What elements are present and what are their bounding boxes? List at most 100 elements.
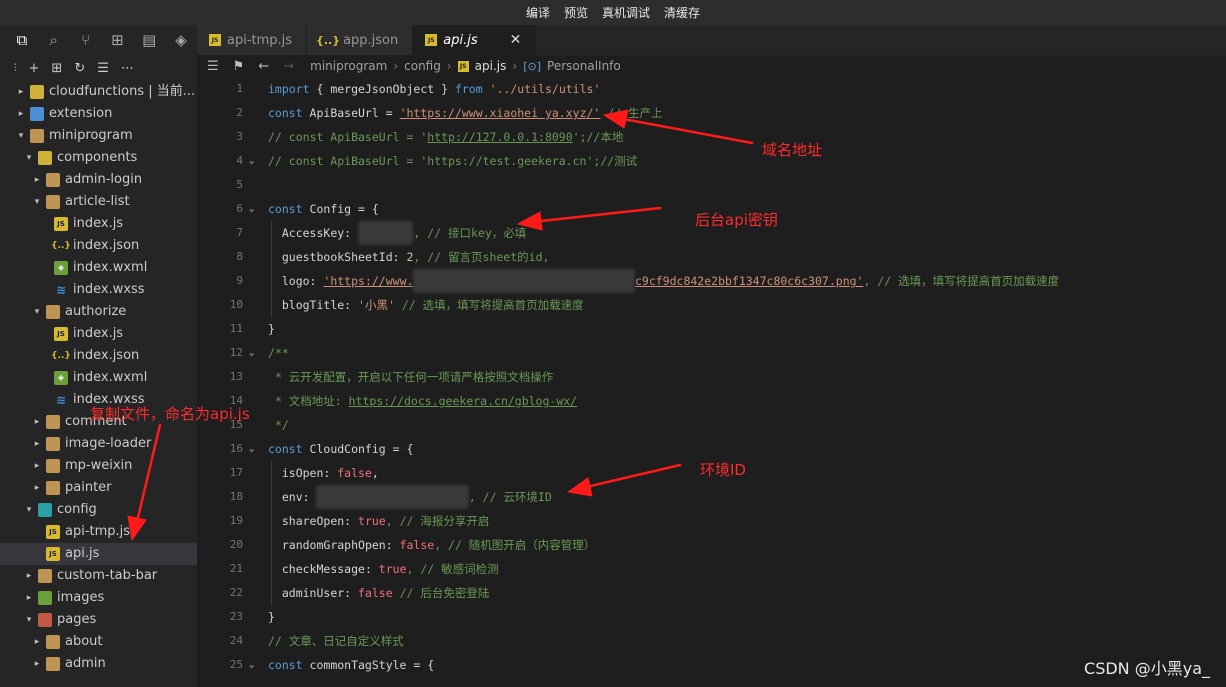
chevron-right-icon: › bbox=[512, 59, 518, 73]
file-tree-item[interactable]: ≋ index.wxss bbox=[0, 279, 197, 301]
collapse-icon[interactable]: ⫶ bbox=[14, 63, 17, 74]
code-line: 20 randomGraphOpen: false, // 随机图开启（内容管理… bbox=[197, 533, 1226, 557]
line-number: 4 bbox=[236, 154, 243, 167]
file-tree-item[interactable]: ▸ admin bbox=[0, 653, 197, 675]
chevron-down-icon[interactable]: ⌄ bbox=[249, 341, 254, 365]
file-tree-label: index.wxml bbox=[73, 260, 148, 275]
folder-icon bbox=[46, 415, 60, 429]
new-file-icon[interactable]: + bbox=[29, 61, 40, 76]
file-tree-label: index.js bbox=[73, 326, 124, 341]
close-icon[interactable]: ✕ bbox=[510, 32, 522, 48]
more-icon[interactable]: ⋯ bbox=[121, 61, 134, 76]
line-number: 25 bbox=[229, 658, 243, 671]
chevron-down-icon: ▾ bbox=[34, 307, 40, 317]
file-tree-item[interactable]: ▸ mp-weixin bbox=[0, 455, 197, 477]
code-editor[interactable]: 1 import { mergeJsonObject } from '../ut… bbox=[197, 77, 1226, 687]
breadcrumb-personalinfo[interactable]: PersonalInfo bbox=[547, 59, 621, 73]
file-tree-item[interactable]: ▸ about bbox=[0, 631, 197, 653]
file-tree-item[interactable]: ▾ article-list bbox=[0, 191, 197, 213]
compile-button[interactable]: 编译 bbox=[524, 4, 552, 21]
line-number: 16 bbox=[229, 442, 243, 455]
file-tree-label: admin bbox=[65, 656, 106, 671]
chevron-down-icon: ▾ bbox=[26, 153, 32, 163]
chevron-right-icon: ▸ bbox=[26, 571, 32, 581]
list-icon[interactable]: ☰ bbox=[207, 59, 219, 74]
file-tree-item[interactable]: ▸ image-loader bbox=[0, 433, 197, 455]
extensions-icon[interactable]: ⊞ bbox=[101, 31, 133, 49]
chevron-right-icon: › bbox=[393, 59, 399, 73]
file-tree-item[interactable]: ▾ pages bbox=[0, 609, 197, 631]
chevron-down-icon[interactable]: ⌄ bbox=[249, 437, 254, 461]
file-tree-item[interactable]: JS api-tmp.js bbox=[0, 521, 197, 543]
file-tree-item[interactable]: JS index.js bbox=[0, 213, 197, 235]
file-tree-item[interactable]: ▸ extension bbox=[0, 103, 197, 125]
chevron-down-icon[interactable]: ⌄ bbox=[249, 653, 254, 677]
docker-icon[interactable]: ◈ bbox=[165, 31, 197, 49]
folder-icon bbox=[38, 613, 52, 627]
tab-app-json[interactable]: {..} app.json bbox=[307, 25, 414, 55]
code-line: 12 ⌄ /** bbox=[197, 341, 1226, 365]
breadcrumb-config[interactable]: config bbox=[404, 59, 441, 73]
file-tree-item[interactable]: ▾ components bbox=[0, 147, 197, 169]
back-arrow-icon[interactable]: ← bbox=[258, 59, 269, 74]
annotation-env-id: 环境ID bbox=[700, 461, 746, 479]
chevron-down-icon: ▾ bbox=[34, 197, 40, 207]
search-icon[interactable]: ⌕ bbox=[38, 31, 70, 49]
file-tree-item[interactable]: ▸ painter bbox=[0, 477, 197, 499]
source-control-icon[interactable]: ⑂ bbox=[70, 31, 102, 49]
tab-label: api-tmp.js bbox=[227, 32, 293, 48]
file-tree-item[interactable]: ▸ admin-login bbox=[0, 169, 197, 191]
folder-icon bbox=[46, 459, 60, 473]
line-number: 3 bbox=[236, 130, 243, 143]
file-tree-item[interactable]: ▾ miniprogram bbox=[0, 125, 197, 147]
file-tree-item[interactable]: ◈ index.wxml bbox=[0, 367, 197, 389]
breadcrumb-miniprogram[interactable]: miniprogram bbox=[310, 59, 387, 73]
js-file-icon: JS bbox=[46, 547, 60, 561]
file-tree-item[interactable]: ▸ cloudfunctions | 当前... bbox=[0, 81, 197, 103]
file-tree-item[interactable]: JS index.js bbox=[0, 323, 197, 345]
file-tree-item[interactable]: ◈ index.wxml bbox=[0, 257, 197, 279]
remote-debug-button[interactable]: 真机调试 bbox=[600, 4, 652, 21]
new-folder-icon[interactable]: ⊞ bbox=[51, 61, 62, 76]
file-tree-item[interactable]: ▸ custom-tab-bar bbox=[0, 565, 197, 587]
wxss-file-icon: ≋ bbox=[55, 283, 67, 297]
file-tree-item[interactable]: ▾ config bbox=[0, 499, 197, 521]
tab-api-js[interactable]: JS api.js ✕ bbox=[413, 25, 537, 55]
code-line: 19 shareOpen: true, // 海报分享开启 bbox=[197, 509, 1226, 533]
tab-api-tmp-js[interactable]: JS api-tmp.js bbox=[197, 25, 308, 55]
code-line: 25 ⌄ const commonTagStyle = { bbox=[197, 653, 1226, 677]
chevron-down-icon[interactable]: ⌄ bbox=[249, 149, 254, 173]
file-tree-item[interactable]: {..} index.json bbox=[0, 235, 197, 257]
chevron-down-icon[interactable]: ⌄ bbox=[249, 197, 254, 221]
file-tree-item[interactable]: {..} index.json bbox=[0, 345, 197, 367]
file-tree-label: index.json bbox=[73, 348, 140, 363]
forward-arrow-icon[interactable]: → bbox=[283, 59, 294, 74]
js-file-icon: JS bbox=[425, 34, 438, 46]
line-number: 2 bbox=[236, 106, 243, 119]
filter-icon[interactable]: ☰ bbox=[97, 61, 109, 76]
line-number: 18 bbox=[229, 490, 243, 503]
storage-icon[interactable]: ▤ bbox=[133, 31, 165, 49]
clear-cache-button[interactable]: 清缓存 bbox=[662, 4, 702, 21]
file-tree-label: image-loader bbox=[65, 436, 152, 451]
bookmark-icon[interactable]: ⚑ bbox=[233, 59, 245, 74]
code-line: 18 env: 'xxxxxxxxxxxxxxxxxxxx', // 云环境ID bbox=[197, 485, 1226, 509]
code-line: 21 checkMessage: true, // 敏感词检测 bbox=[197, 557, 1226, 581]
files-icon[interactable]: ⧉ bbox=[6, 31, 38, 49]
code-line: 2 const ApiBaseUrl = 'https://www.xiaohe… bbox=[197, 101, 1226, 125]
folder-icon bbox=[46, 437, 60, 451]
chevron-down-icon: ▾ bbox=[26, 615, 32, 625]
line-number: 5 bbox=[236, 178, 243, 191]
annotation-api-key: 后台api密钥 bbox=[695, 211, 778, 229]
chevron-right-icon: ▸ bbox=[34, 461, 40, 471]
symbol-icon: [⊙] bbox=[523, 59, 542, 73]
file-tree-item[interactable]: ▾ authorize bbox=[0, 301, 197, 323]
chevron-right-icon: ▸ bbox=[26, 593, 32, 603]
breadcrumb-api-js[interactable]: api.js bbox=[475, 59, 507, 73]
file-tree-item[interactable]: JS api.js bbox=[0, 543, 197, 565]
refresh-icon[interactable]: ↻ bbox=[74, 61, 85, 76]
file-tree-item[interactable]: ▸ images bbox=[0, 587, 197, 609]
folder-icon bbox=[46, 305, 60, 319]
js-file-icon: JS bbox=[54, 217, 68, 231]
preview-button[interactable]: 预览 bbox=[562, 4, 590, 21]
